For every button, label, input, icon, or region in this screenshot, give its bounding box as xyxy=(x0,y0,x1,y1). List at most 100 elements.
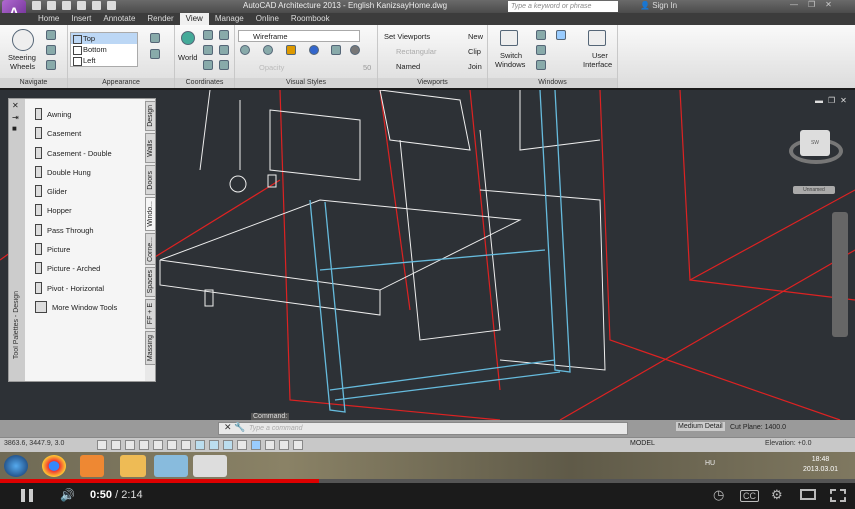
view-bottom[interactable]: Bottom xyxy=(71,44,137,55)
palette-tab-ffe[interactable]: FF + E xyxy=(145,299,156,329)
viewcube[interactable]: SW xyxy=(800,130,830,156)
ucs-icon[interactable] xyxy=(219,45,229,55)
ducs-icon[interactable] xyxy=(209,440,219,450)
minimize-icon[interactable]: — xyxy=(790,0,798,9)
tool-pivot-horizontal[interactable]: Pivot - Horizontal xyxy=(35,282,104,294)
visual-style-dropdown[interactable]: Wireframe xyxy=(238,30,360,42)
save-icon[interactable] xyxy=(62,1,71,10)
open-icon[interactable] xyxy=(47,1,56,10)
tab-manage[interactable]: Manage xyxy=(209,13,250,25)
start-button[interactable] xyxy=(4,455,28,477)
tab-insert[interactable]: Insert xyxy=(65,13,97,25)
view-list[interactable]: Top Bottom Left xyxy=(70,32,138,67)
ucs-icon[interactable] xyxy=(203,45,213,55)
join-button[interactable]: Join xyxy=(468,62,482,71)
captions-icon[interactable]: CC xyxy=(740,490,759,502)
clip-button[interactable]: Clip xyxy=(468,47,481,56)
autohide-icon[interactable]: ⇥ xyxy=(12,113,19,122)
fullscreen-icon[interactable] xyxy=(830,489,846,502)
quick-properties-icon[interactable] xyxy=(265,440,275,450)
cascade-icon[interactable] xyxy=(536,60,546,70)
file-explorer-icon[interactable] xyxy=(120,455,146,477)
ortho-icon[interactable] xyxy=(139,440,149,450)
language-indicator[interactable]: HU xyxy=(705,460,715,467)
close-icon[interactable]: ✕ 🔧 xyxy=(224,422,245,433)
palette-tab-corners[interactable]: Corne... xyxy=(145,233,156,265)
named-button[interactable]: Named xyxy=(396,62,420,71)
view-manager-icon[interactable] xyxy=(150,49,160,59)
zoom-window-icon[interactable] xyxy=(150,33,160,43)
grid-icon[interactable] xyxy=(125,440,135,450)
tool-picture[interactable]: Picture xyxy=(35,243,70,255)
annotation-monitor-icon[interactable] xyxy=(293,440,303,450)
tool-pass-through[interactable]: Pass Through xyxy=(35,224,94,236)
set-viewports-button[interactable]: Set Viewports xyxy=(384,32,430,41)
new-icon[interactable] xyxy=(32,1,41,10)
ucs-icon[interactable] xyxy=(203,30,213,40)
tile-vertical-icon[interactable] xyxy=(536,45,546,55)
ucs-menu[interactable]: Unnamed xyxy=(793,186,835,194)
switch-windows-icon[interactable] xyxy=(500,30,518,46)
shading-icon[interactable] xyxy=(240,45,250,55)
close-icon[interactable]: ✕ xyxy=(825,0,832,9)
tool-awning[interactable]: Awning xyxy=(35,108,71,120)
orbit-icon[interactable] xyxy=(46,45,56,55)
xray-icon[interactable] xyxy=(331,45,341,55)
print-icon[interactable] xyxy=(77,1,86,10)
rectangular-button[interactable]: Rectangular xyxy=(396,47,436,56)
command-input[interactable]: Type a command xyxy=(218,422,628,435)
tool-casement[interactable]: Casement xyxy=(35,127,81,139)
undo-icon[interactable] xyxy=(92,1,101,10)
display-detail-dropdown[interactable]: Medium Detail xyxy=(676,422,725,431)
taskbar-app-icon[interactable] xyxy=(154,455,188,477)
media-player-icon[interactable] xyxy=(80,455,104,477)
cut-plane-value[interactable]: Cut Plane: 1400.0 xyxy=(730,424,786,431)
theater-mode-icon[interactable] xyxy=(800,489,816,500)
tab-render[interactable]: Render xyxy=(141,13,179,25)
zoom-icon[interactable] xyxy=(46,60,56,70)
file-tabs-icon[interactable] xyxy=(556,30,566,40)
edge-icon[interactable] xyxy=(263,45,273,55)
polar-icon[interactable] xyxy=(153,440,163,450)
tab-home[interactable]: Home xyxy=(32,13,65,25)
tool-picture-arched[interactable]: Picture - Arched xyxy=(35,262,100,274)
minimize-icon[interactable]: ▬ xyxy=(815,96,823,105)
lineweight-icon[interactable] xyxy=(237,440,247,450)
opacity-value[interactable]: 50 xyxy=(363,63,371,72)
palette-tab-doors[interactable]: Doors xyxy=(145,165,156,195)
steering-wheel-icon[interactable] xyxy=(12,29,34,51)
tool-hopper[interactable]: Hopper xyxy=(35,204,72,216)
infer-icon[interactable] xyxy=(97,440,107,450)
view-left[interactable]: Left xyxy=(71,55,137,66)
navigation-bar[interactable] xyxy=(832,212,848,337)
ucs-icon[interactable] xyxy=(219,60,229,70)
chrome-icon[interactable] xyxy=(42,455,66,477)
new-viewport-button[interactable]: New xyxy=(468,32,483,41)
otrack-icon[interactable] xyxy=(195,440,205,450)
redo-icon[interactable] xyxy=(107,1,116,10)
volume-icon[interactable]: 🔊 xyxy=(60,488,75,502)
palette-tab-design[interactable]: Design xyxy=(145,101,156,131)
elevation-readout[interactable]: Elevation: +0.0 xyxy=(765,440,812,447)
view-top[interactable]: Top xyxy=(71,33,137,44)
properties-icon[interactable]: ■ xyxy=(12,124,17,133)
close-icon[interactable]: ✕ xyxy=(840,96,847,105)
pause-button[interactable] xyxy=(21,489,33,502)
osnap-icon[interactable] xyxy=(167,440,177,450)
close-icon[interactable]: ✕ xyxy=(12,101,19,110)
tab-annotate[interactable]: Annotate xyxy=(97,13,141,25)
search-input[interactable]: Type a keyword or phrase xyxy=(508,1,618,12)
palette-tab-windows[interactable]: Windo... xyxy=(145,197,156,231)
shadow-icon[interactable] xyxy=(286,45,296,55)
pan-icon[interactable] xyxy=(46,30,56,40)
palette-tab-massing[interactable]: Massing xyxy=(145,331,156,365)
user-interface-icon[interactable] xyxy=(588,30,606,46)
color-icon[interactable] xyxy=(309,45,319,55)
watch-later-icon[interactable]: ◷ xyxy=(713,487,724,503)
model-button[interactable]: MODEL xyxy=(630,440,655,447)
tool-casement-double[interactable]: Casement - Double xyxy=(35,147,112,159)
tab-online[interactable]: Online xyxy=(250,13,285,25)
3d-osnap-icon[interactable] xyxy=(181,440,191,450)
selection-cycling-icon[interactable] xyxy=(279,440,289,450)
ucs-icon[interactable] xyxy=(219,30,229,40)
